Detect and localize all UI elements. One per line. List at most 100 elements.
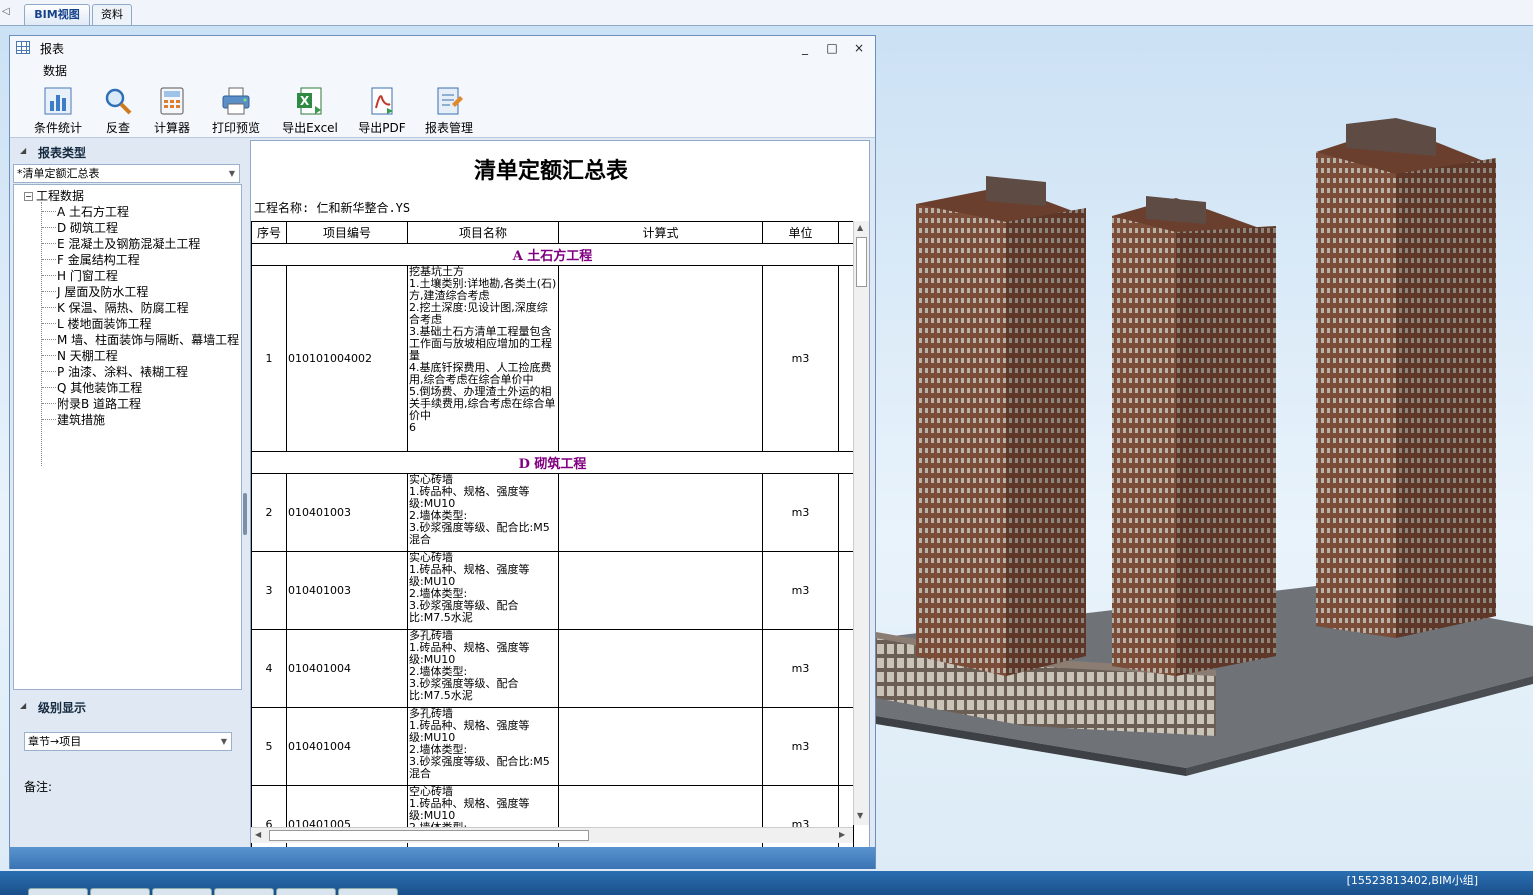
print-preview-button[interactable]: 打印预览	[208, 86, 264, 135]
minimize-button[interactable]: _	[794, 38, 816, 58]
export-excel-button[interactable]: X 导出Excel	[278, 86, 342, 135]
cell-unit: m3	[762, 707, 839, 786]
taskbar-button[interactable]	[90, 888, 150, 895]
cell-formula	[558, 473, 763, 552]
tree-root[interactable]: − 工程数据	[24, 187, 84, 204]
tree-item[interactable]: D 砌筑工程	[42, 219, 118, 236]
document-tab-strip: ◁ BIM视图 资料	[0, 0, 1533, 26]
vertical-scrollbar[interactable]: ▲ ▼	[853, 221, 869, 825]
reverse-lookup-button[interactable]: 反查	[100, 86, 136, 135]
cell-name: 挖基坑土方 1.土壤类别:详地勘,各类土(石)方,建渣综合考虑 2.挖土深度:见设计…	[407, 265, 559, 452]
tab-materials[interactable]: 资料	[92, 4, 132, 25]
tree-item[interactable]: 建筑措施	[42, 411, 105, 428]
table-row[interactable]: 2 010401003 实心砖墙 1.砖品种、规格、强度等级:MU10 2.墙体类型: 3…	[251, 473, 854, 552]
scroll-up-icon[interactable]: ▲	[857, 223, 863, 232]
cell-no: 5	[251, 707, 287, 786]
condition-stats-button[interactable]: 条件统计	[30, 86, 86, 135]
cell-name: 实心砖墙 1.砖品种、规格、强度等级:MU10 2.墙体类型: 3.砂浆强度等级、配合…	[407, 551, 559, 630]
taskbar-button[interactable]	[338, 888, 398, 895]
tree-item[interactable]: M 墙、柱面装饰与隔断、幕墙工程	[42, 331, 239, 348]
taskbar-button[interactable]	[214, 888, 274, 895]
report-type-header[interactable]: ◢ 报表类型	[10, 141, 246, 163]
col-header-code: 项目编号	[286, 221, 408, 244]
export-pdf-button[interactable]: 导出PDF	[356, 86, 408, 135]
cell-unit: m3	[762, 551, 839, 630]
report-type-value: *清单定额汇总表	[17, 167, 100, 180]
cell-no: 3	[251, 551, 287, 630]
report-body: A 土石方工程 1 010101004002 挖基坑土方 1.土壤类别:详地勘,各类土(…	[251, 243, 854, 847]
collapse-triangle-icon: ◢	[20, 701, 27, 710]
level-display-select[interactable]: 章节→项目 ▼	[24, 732, 232, 751]
splitter-handle[interactable]	[243, 493, 247, 535]
level-display-header[interactable]: ◢ 级别显示	[10, 696, 246, 718]
cell-extra	[838, 629, 854, 708]
svg-text:X: X	[300, 94, 310, 108]
report-type-select[interactable]: *清单定额汇总表 ▼	[13, 164, 240, 183]
tree-item[interactable]: H 门窗工程	[42, 267, 118, 284]
collapse-box-icon[interactable]: −	[24, 192, 33, 201]
tree-item[interactable]: F 金属结构工程	[42, 251, 140, 268]
report-title: 清单定额汇总表	[473, 158, 628, 184]
cell-name: 多孔砖墙 1.砖品种、规格、强度等级:MU10 2.墙体类型: 3.砂浆强度等级、配合…	[407, 707, 559, 786]
cell-no: 2	[251, 473, 287, 552]
table-header-row: 序号 项目编号 项目名称 计算式 单位	[251, 221, 854, 244]
tree-item[interactable]: A 土石方工程	[42, 203, 129, 220]
chevron-down-icon: ▼	[228, 169, 235, 178]
scroll-thumb[interactable]	[269, 830, 589, 841]
tree-item[interactable]: Q 其他装饰工程	[42, 379, 142, 396]
horizontal-scrollbar[interactable]: ◀ ▶	[251, 827, 853, 843]
pdf-icon	[367, 86, 397, 116]
scroll-right-icon[interactable]: ▶	[839, 830, 845, 839]
scroll-left-icon[interactable]: ◀	[255, 830, 261, 839]
print-preview-label: 打印预览	[211, 121, 260, 135]
cell-name: 多孔砖墙 1.砖品种、规格、强度等级:MU10 2.墙体类型: 3.砂浆强度等级、配合…	[407, 629, 559, 708]
tree-item[interactable]: N 天棚工程	[42, 347, 118, 364]
cell-code: 010401003	[286, 473, 408, 552]
calculator-button[interactable]: 计算器	[150, 86, 194, 135]
cell-extra	[838, 551, 854, 630]
chevron-down-icon: ▼	[220, 737, 227, 746]
col-header-formula: 计算式	[558, 221, 763, 244]
level-display-value: 章节→项目	[28, 735, 82, 748]
building-model[interactable]	[876, 26, 1533, 871]
calculator-label: 计算器	[153, 121, 190, 135]
report-manage-button[interactable]: 报表管理	[420, 86, 478, 135]
cell-extra	[838, 707, 854, 786]
cell-code: 010101004002	[286, 265, 408, 452]
taskbar-button[interactable]	[276, 888, 336, 895]
cell-no: 1	[251, 265, 287, 452]
taskbar-button[interactable]	[152, 888, 212, 895]
cell-extra	[838, 473, 854, 552]
close-button[interactable]: ×	[848, 38, 870, 58]
window-title: 报表	[40, 42, 65, 56]
report-preview: 清单定额汇总表 工程名称: 仁和新华整合.YS 序号 项目编号 项目名称 计算式…	[250, 140, 870, 848]
tab-scroll-left-icon[interactable]: ◁	[2, 6, 10, 17]
table-row[interactable]: 4 010401004 多孔砖墙 1.砖品种、规格、强度等级:MU10 2.墙体类型: 3…	[251, 629, 854, 708]
scroll-thumb[interactable]	[856, 237, 867, 287]
tree-item[interactable]: J 屋面及防水工程	[42, 283, 148, 300]
taskbar-button[interactable]	[28, 888, 88, 895]
tree-item[interactable]: P 油漆、涂料、裱糊工程	[42, 363, 188, 380]
window-titlebar[interactable]: 报表 _ □ ×	[10, 36, 875, 60]
project-tree[interactable]: − 工程数据 A 土石方工程 D 砌筑工程 E 混凝土及钢筋混凝土工程 F 金属结…	[13, 184, 242, 690]
cell-extra	[838, 265, 854, 452]
maximize-button[interactable]: □	[821, 38, 843, 58]
export-excel-label: 导出Excel	[282, 121, 338, 135]
cell-code: 010401004	[286, 707, 408, 786]
report-manage-label: 报表管理	[424, 121, 473, 135]
scroll-down-icon[interactable]: ▼	[857, 811, 863, 820]
table-row[interactable]: 5 010401004 多孔砖墙 1.砖品种、规格、强度等级:MU10 2.墙体类型: 3…	[251, 707, 854, 786]
tree-item[interactable]: 附录B 道路工程	[42, 395, 141, 412]
tab-bim-view[interactable]: BIM视图	[24, 4, 90, 25]
table-row[interactable]: 3 010401003 实心砖墙 1.砖品种、规格、强度等级:MU10 2.墙体类型: 3…	[251, 551, 854, 630]
tree-item[interactable]: K 保温、隔热、防腐工程	[42, 299, 189, 316]
tree-item[interactable]: E 混凝土及钢筋混凝土工程	[42, 235, 200, 252]
col-header-no: 序号	[251, 221, 287, 244]
category-label: D 砌筑工程	[251, 451, 854, 474]
cell-unit: m3	[762, 265, 839, 452]
calculator-icon	[157, 86, 187, 116]
reverse-lookup-label: 反查	[105, 121, 130, 135]
col-header-extra	[838, 221, 854, 244]
table-row[interactable]: 1 010101004002 挖基坑土方 1.土壤类别:详地勘,各类土(石)方,建渣综…	[251, 265, 854, 452]
tree-item[interactable]: L 楼地面装饰工程	[42, 315, 152, 332]
